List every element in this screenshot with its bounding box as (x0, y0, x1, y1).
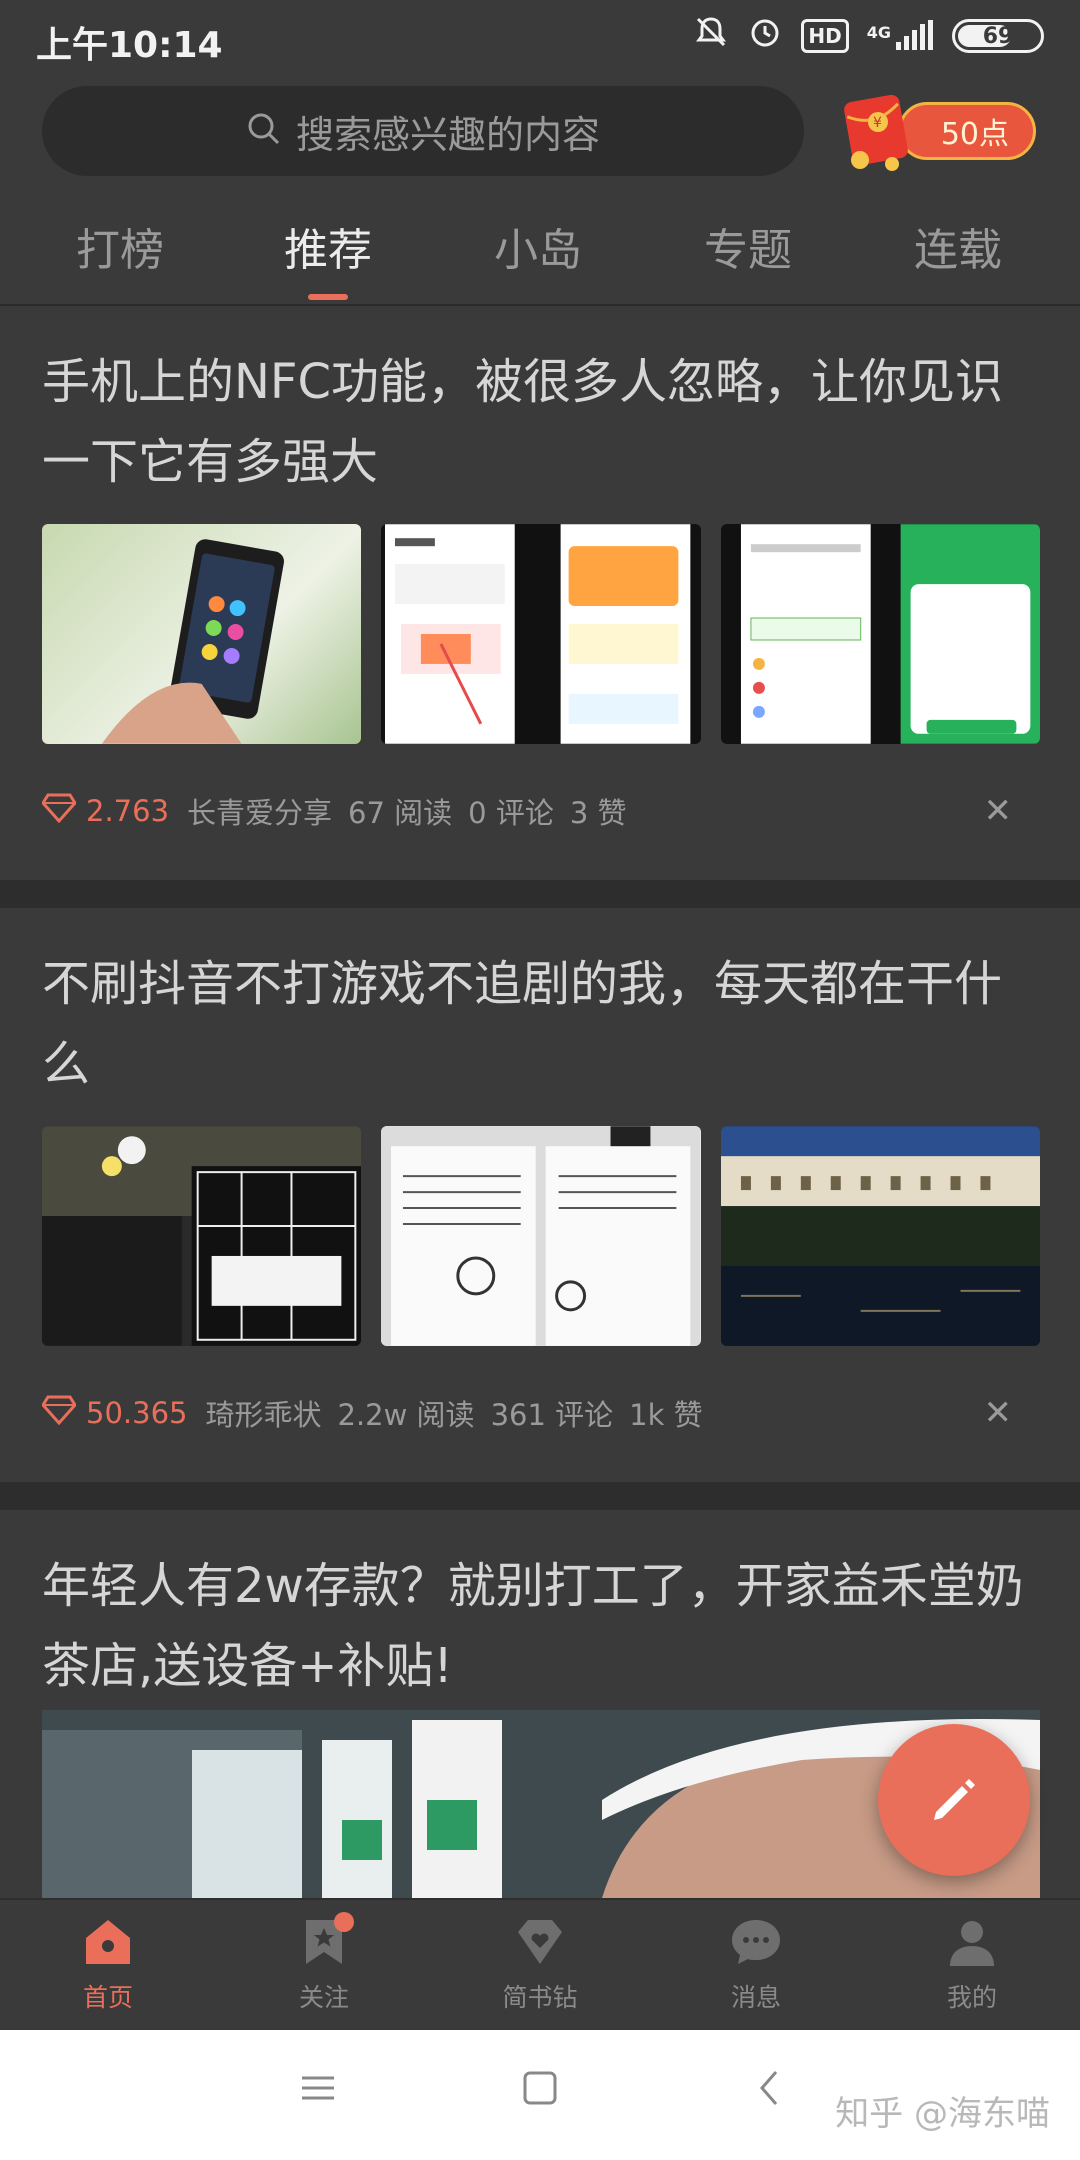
article-thumbnails (42, 524, 1040, 744)
author-name[interactable]: 琦形乖状 (205, 1392, 321, 1434)
diamond-icon (41, 793, 77, 830)
diamond-score: 50.365 (86, 1396, 188, 1430)
article-thumbnails (42, 1126, 1040, 1346)
comment-count: 0 评论 (468, 796, 554, 830)
back-chevron-icon[interactable] (752, 2068, 788, 2112)
status-bar: 上午10:14 HD 4G 69 (0, 0, 1080, 76)
thumbnail-image (42, 524, 362, 744)
alarm-icon (747, 14, 783, 58)
dismiss-close-icon[interactable]: ✕ (984, 1393, 1013, 1433)
nav-profile[interactable]: 我的 (864, 1900, 1080, 2032)
network-label: 4G (866, 23, 891, 42)
compose-fab-button[interactable] (878, 1724, 1030, 1876)
read-count: 2.2w 阅读 (337, 1398, 475, 1432)
like-count: 1k 赞 (629, 1398, 703, 1432)
status-icons: HD 4G 69 (693, 14, 1044, 58)
thumbnail-image (720, 524, 1040, 744)
nav-follow-label: 关注 (298, 1983, 349, 2012)
nav-messages[interactable]: 消息 (648, 1900, 864, 2032)
menu-icon[interactable] (300, 2068, 336, 2112)
hd-badge: HD (801, 19, 849, 53)
system-navigation-bar: 知乎 @海东喵 (0, 2030, 1080, 2160)
search-input[interactable]: 搜索感兴趣的内容 (42, 86, 804, 176)
signal-icon: 4G (867, 20, 934, 52)
nav-diamond-label: 简书钻 (502, 1983, 578, 2012)
feed-separator (0, 1482, 1080, 1510)
like-count: 3 赞 (569, 796, 627, 830)
search-icon (246, 111, 282, 151)
battery-icon: 69 (952, 19, 1044, 53)
author-name[interactable]: 长青爱分享 (187, 790, 332, 832)
bottom-navigation: 首页 关注 简书钻 消息 我的 (0, 1898, 1080, 2032)
tab-bar: 打榜 推荐 小岛 专题 连载 (0, 190, 1080, 306)
svg-text:¥: ¥ (873, 115, 882, 131)
feed-separator (0, 880, 1080, 908)
battery-level: 69 (982, 23, 1014, 49)
article-meta: 2.763 长青爱分享 67 阅读 0 评论 3 赞 ✕ (41, 786, 1038, 836)
active-tab-indicator (308, 294, 348, 300)
nav-profile-label: 我的 (946, 1983, 997, 2012)
nav-diamond[interactable]: 简书钻 (432, 1900, 648, 2032)
article-meta: 50.365 琦形乖状 2.2w 阅读 361 评论 1k 赞 ✕ (41, 1388, 1038, 1438)
nav-home-label: 首页 (82, 1983, 133, 2012)
diamond-icon (41, 1395, 77, 1432)
thumbnail-image (381, 1126, 701, 1346)
notification-dot (334, 1912, 354, 1932)
watermark-text: 知乎 @海东喵 (835, 2094, 1050, 2134)
nav-follow[interactable]: 关注 (216, 1900, 432, 2032)
diamond-heart-icon (512, 1914, 568, 1974)
status-time: 上午10:14 (36, 25, 223, 66)
tab-island[interactable]: 小岛 (494, 214, 582, 278)
dismiss-close-icon[interactable]: ✕ (984, 791, 1013, 831)
red-packet-icon: ¥ (844, 94, 908, 171)
home-icon (80, 1914, 136, 1974)
thumbnail-image (381, 524, 701, 744)
article-title[interactable]: 不刷抖音不打游戏不追剧的我，每天都在干什么 (42, 944, 1042, 1104)
nav-home[interactable]: 首页 (0, 1900, 216, 2032)
nav-messages-label: 消息 (730, 1983, 781, 2012)
article-card[interactable]: 不刷抖音不打游戏不追剧的我，每天都在干什么 50.365 琦形乖状 2.2w 阅… (0, 908, 1080, 1482)
home-square-icon[interactable] (522, 2068, 558, 2112)
reward-points-label: 50点 (898, 102, 1036, 160)
comment-count: 361 评论 (490, 1398, 614, 1432)
tab-serial[interactable]: 连载 (914, 214, 1002, 278)
tab-recommend[interactable]: 推荐 (284, 214, 372, 278)
diamond-score: 2.763 (86, 794, 170, 828)
reward-points-button[interactable]: 50点 ¥ (842, 88, 1038, 174)
article-card[interactable]: 手机上的NFC功能，被很多人忽略，让你见识一下它有多强大 2.763 长青爱分享… (0, 306, 1080, 880)
thumbnail-image (720, 1126, 1040, 1346)
tab-topics[interactable]: 专题 (704, 214, 792, 278)
search-placeholder: 搜索感兴趣的内容 (295, 112, 600, 157)
chat-bubble-icon (728, 1914, 784, 1974)
read-count: 67 阅读 (348, 796, 453, 830)
article-title[interactable]: 手机上的NFC功能，被很多人忽略，让你见识一下它有多强大 (42, 342, 1042, 502)
thumbnail-image (42, 1126, 362, 1346)
mute-icon (693, 14, 729, 58)
tab-rank[interactable]: 打榜 (76, 214, 164, 278)
article-title[interactable]: 年轻人有2w存款？就别打工了，开家益禾堂奶茶店,送设备+补贴! (42, 1546, 1042, 1706)
pencil-icon (924, 1768, 984, 1832)
person-icon (944, 1914, 1000, 1974)
